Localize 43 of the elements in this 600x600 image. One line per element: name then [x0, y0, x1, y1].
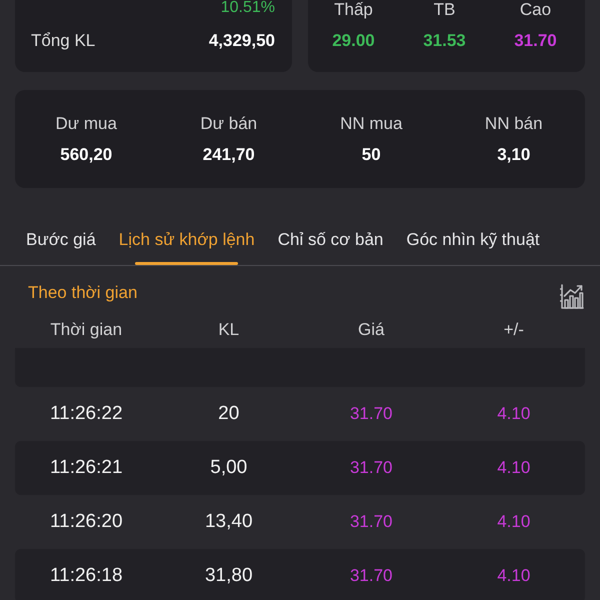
- column-header: +/-: [504, 320, 524, 340]
- table-cell: 31,80: [204, 565, 253, 587]
- table-cell: 4.10: [497, 565, 530, 587]
- stat-label: Dư bán: [200, 114, 258, 134]
- price-value: 31.70: [514, 31, 557, 51]
- bar-chart-icon[interactable]: [560, 284, 584, 310]
- table-cell: 4.10: [497, 511, 530, 533]
- price-label: Thấp: [334, 0, 373, 20]
- price-value: 29.00: [332, 31, 375, 51]
- price-label: TB: [434, 0, 456, 20]
- stat-value: 560,20: [60, 145, 112, 165]
- table-cell: 11:26:18: [50, 565, 123, 587]
- column-header: Thời gian: [50, 320, 122, 340]
- table-cell: 4.10: [497, 403, 530, 425]
- tab[interactable]: Lịch sử khớp lệnh: [118, 206, 255, 265]
- tab[interactable]: Bước giá: [26, 206, 96, 265]
- column-header: Giá: [358, 320, 384, 340]
- stat-value: 50: [362, 145, 381, 165]
- table-cell: 31.70: [350, 403, 393, 425]
- stat-label: NN bán: [484, 114, 543, 134]
- price-label: Cao: [520, 0, 552, 20]
- table-cell: 31.70: [350, 565, 393, 587]
- table-cell: 11:26:22: [50, 403, 123, 425]
- section-title: Theo thời gian: [28, 283, 138, 303]
- total-volume-value: 4,329,50: [208, 31, 275, 51]
- change-percent: 10.51%: [220, 0, 275, 16]
- table-cell: 11:26:21: [50, 457, 123, 479]
- stat-label: Dư mua: [56, 114, 117, 134]
- table-cell: 5,00: [210, 457, 248, 479]
- table-cell: 4.10: [497, 457, 530, 479]
- stat-value: 241,70: [202, 145, 255, 165]
- table-cell: 20: [218, 403, 240, 425]
- price-value: 31.53: [423, 31, 466, 51]
- tab[interactable]: Góc nhìn kỹ thuật: [406, 206, 540, 265]
- total-volume-label: Tổng KL: [31, 31, 96, 51]
- table-cell: 11:26:20: [50, 511, 123, 533]
- column-header: KL: [218, 320, 240, 340]
- table-cell: 31.70: [350, 457, 393, 479]
- table-cell: 31.70: [350, 511, 393, 533]
- stat-label: NN mua: [340, 114, 402, 134]
- table-cell: 13,40: [204, 511, 253, 533]
- stat-value: 3,10: [497, 145, 530, 165]
- tab[interactable]: Chỉ số cơ bản: [278, 206, 384, 265]
